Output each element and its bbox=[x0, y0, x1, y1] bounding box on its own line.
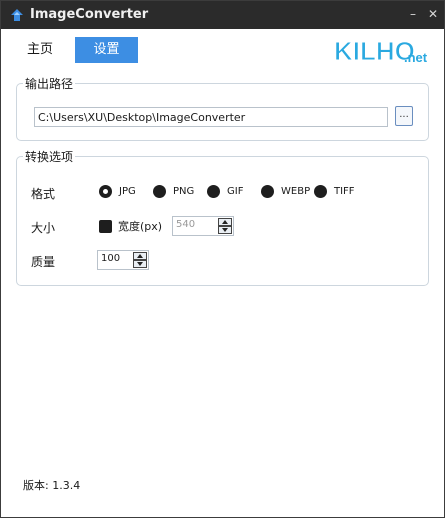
format-label: 格式 bbox=[31, 187, 56, 201]
output-path-legend: 输出路径 bbox=[23, 75, 76, 92]
logo-suffix: .net bbox=[404, 50, 428, 65]
radio-label: TIFF bbox=[334, 185, 355, 197]
minimize-button[interactable]: – bbox=[404, 5, 422, 23]
tab-home[interactable]: 主页 bbox=[15, 37, 65, 63]
radio-label: PNG bbox=[173, 185, 195, 197]
width-checkbox[interactable]: 宽度(px) bbox=[99, 218, 162, 234]
width-value: 540 bbox=[176, 219, 196, 230]
tab-settings[interactable]: 设置 bbox=[75, 37, 138, 63]
version-text: 版本: 1.3.4 bbox=[23, 479, 81, 492]
radio-gif[interactable]: GIF bbox=[207, 183, 243, 199]
radio-unchecked-icon bbox=[153, 184, 166, 198]
radio-png[interactable]: PNG bbox=[153, 183, 194, 199]
logo-text: KILHO bbox=[334, 36, 415, 66]
radio-label: GIF bbox=[227, 185, 244, 197]
radio-unchecked-icon bbox=[207, 184, 220, 198]
radio-jpg[interactable]: JPG bbox=[99, 183, 136, 199]
close-button[interactable]: ✕ bbox=[424, 5, 442, 23]
checkbox-icon bbox=[99, 219, 112, 233]
width-stepper[interactable]: 540 bbox=[172, 216, 234, 236]
radio-unchecked-icon bbox=[314, 184, 327, 198]
radio-label: JPG bbox=[119, 185, 136, 197]
convert-options-group: 转换选项 格式 JPG PNG GIF WEBP TIFF 大小 宽度(px) … bbox=[16, 148, 429, 286]
quality-value: 100 bbox=[101, 253, 121, 264]
title-bar[interactable]: ImageConverter – ✕ bbox=[1, 1, 444, 29]
app-window: ImageConverter – ✕ 主页 设置 KILHO .net 输出路径… bbox=[0, 0, 445, 518]
convert-options-legend: 转换选项 bbox=[23, 148, 76, 165]
size-label: 大小 bbox=[31, 221, 56, 235]
radio-label: WEBP bbox=[281, 185, 311, 197]
radio-unchecked-icon bbox=[261, 184, 274, 198]
quality-increment-icon[interactable] bbox=[133, 252, 147, 260]
quality-stepper[interactable]: 100 bbox=[97, 250, 149, 270]
radio-checked-icon bbox=[99, 184, 112, 198]
quality-decrement-icon[interactable] bbox=[133, 260, 147, 268]
output-path-input[interactable] bbox=[34, 107, 388, 127]
width-increment-icon[interactable] bbox=[218, 218, 232, 226]
app-logo-icon bbox=[11, 9, 23, 21]
radio-webp[interactable]: WEBP bbox=[261, 183, 310, 199]
browse-button[interactable]: ... bbox=[395, 106, 413, 126]
width-decrement-icon[interactable] bbox=[218, 226, 232, 234]
window-title: ImageConverter bbox=[30, 7, 149, 22]
kilho-logo: KILHO .net bbox=[334, 36, 428, 67]
quality-label: 质量 bbox=[31, 255, 56, 269]
radio-tiff[interactable]: TIFF bbox=[314, 183, 355, 199]
width-checkbox-label: 宽度(px) bbox=[118, 220, 163, 233]
output-path-group: 输出路径 ... bbox=[16, 75, 429, 141]
